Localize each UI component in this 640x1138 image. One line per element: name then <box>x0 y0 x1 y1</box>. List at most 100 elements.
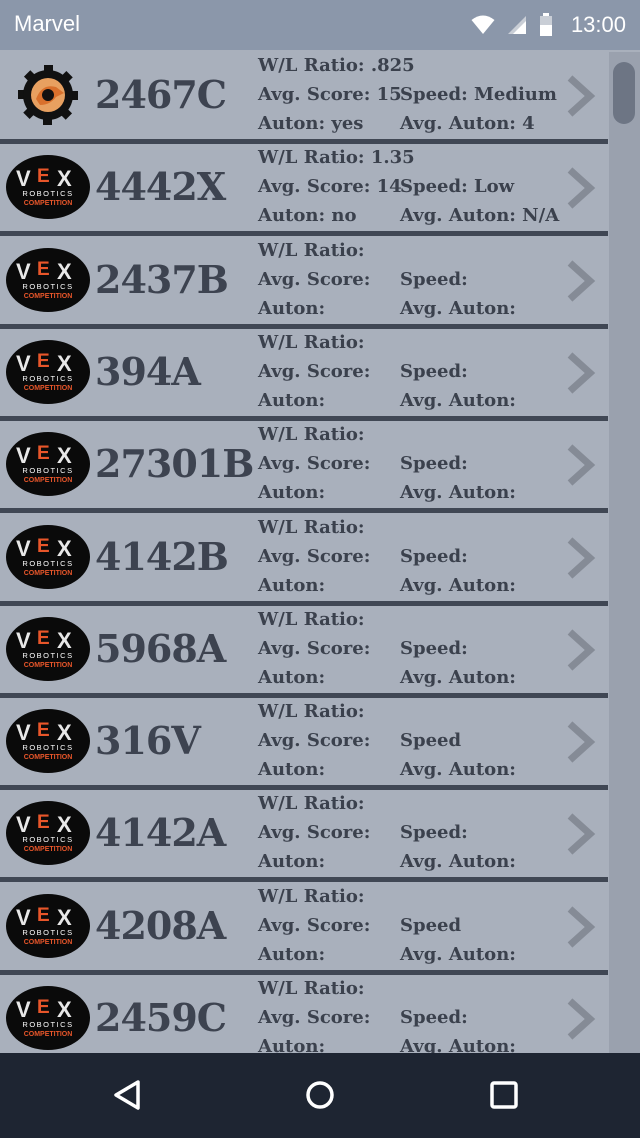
team-row[interactable]: V E X ROBOTICS COMPETITION 2459C W/L Rat… <box>0 975 608 1053</box>
vex-logo: V E X ROBOTICS COMPETITION <box>6 709 90 773</box>
avg-score: Avg. Score: 15 <box>258 84 402 105</box>
team-number: 2437B <box>95 257 229 302</box>
cell-signal-icon <box>507 16 526 34</box>
wl-ratio: W/L Ratio: 1.35 <box>258 147 415 168</box>
team-number: 4142A <box>95 810 226 855</box>
wl-ratio: W/L Ratio: .825 <box>258 55 415 76</box>
team-list[interactable]: 2467C W/L Ratio: .825 Avg. Score: 15 Aut… <box>0 50 640 1053</box>
status-icons: 13:00 <box>471 10 626 40</box>
chevron-right-icon[interactable] <box>562 997 598 1041</box>
vex-logo: V E X ROBOTICS COMPETITION <box>6 617 90 681</box>
avg-auton: Avg. Auton: 4 <box>400 113 535 134</box>
team-row[interactable]: V E X ROBOTICS COMPETITION 316V W/L Rati… <box>0 698 608 790</box>
avg-score: Avg. Score: <box>258 269 371 290</box>
vex-logo-competition: COMPETITION <box>24 662 73 669</box>
vex-logo-e: E <box>37 443 50 464</box>
vex-logo-e: E <box>37 628 50 649</box>
team-row[interactable]: 2467C W/L Ratio: .825 Avg. Score: 15 Aut… <box>0 52 608 144</box>
team-row[interactable]: V E X ROBOTICS COMPETITION 5968A W/L Rat… <box>0 606 608 698</box>
chevron-right-icon[interactable] <box>562 536 598 580</box>
chevron-right-icon[interactable] <box>562 443 598 487</box>
vex-logo-competition: COMPETITION <box>24 570 73 577</box>
auton: Auton: <box>258 482 326 503</box>
chevron-right-icon[interactable] <box>562 351 598 395</box>
vex-logo-robotics: ROBOTICS <box>22 928 73 937</box>
avg-auton: Avg. Auton: <box>400 575 516 596</box>
wl-ratio: W/L Ratio: <box>258 517 365 538</box>
speed: Speed: <box>400 269 468 290</box>
wl-ratio: W/L Ratio: <box>258 701 365 722</box>
vex-logo-e: E <box>37 166 50 187</box>
status-bar: Marvel 13:00 <box>0 0 640 50</box>
vex-logo-competition: COMPETITION <box>24 200 73 207</box>
vex-logo-v: V <box>16 259 31 284</box>
team-number: 27301B <box>95 441 254 486</box>
vex-logo: V E X ROBOTICS COMPETITION <box>6 155 90 219</box>
wl-ratio: W/L Ratio: <box>258 240 365 261</box>
vex-logo-robotics: ROBOTICS <box>22 559 73 568</box>
avg-auton: Avg. Auton: <box>400 298 516 319</box>
avg-auton: Avg. Auton: <box>400 759 516 780</box>
recents-icon[interactable] <box>482 1073 526 1117</box>
chevron-right-icon[interactable] <box>562 720 598 764</box>
chevron-right-icon[interactable] <box>562 812 598 856</box>
vex-logo: V E X ROBOTICS COMPETITION <box>6 801 90 865</box>
vex-logo-e: E <box>37 997 50 1018</box>
chevron-right-icon[interactable] <box>562 74 598 118</box>
vex-logo: V E X ROBOTICS COMPETITION <box>6 986 90 1050</box>
vex-logo: V E X ROBOTICS COMPETITION <box>6 894 90 958</box>
vex-logo-e: E <box>37 905 50 926</box>
team-number: 5968A <box>95 626 226 671</box>
avg-score: Avg. Score: <box>258 1007 371 1028</box>
auton: Auton: <box>258 759 326 780</box>
vex-logo-robotics: ROBOTICS <box>22 1020 73 1029</box>
back-icon[interactable] <box>106 1073 150 1117</box>
team-row[interactable]: V E X ROBOTICS COMPETITION 4142B W/L Rat… <box>0 514 608 606</box>
scrollbar-thumb[interactable] <box>613 62 635 124</box>
team-row[interactable]: V E X ROBOTICS COMPETITION 4442X W/L Rat… <box>0 144 608 236</box>
chevron-right-icon[interactable] <box>562 259 598 303</box>
vex-logo: V E X ROBOTICS COMPETITION <box>6 340 90 404</box>
vex-logo-x: X <box>57 536 72 561</box>
team-number: 394A <box>95 349 201 394</box>
vex-logo-v: V <box>16 536 31 561</box>
vex-logo-x: X <box>57 351 72 376</box>
vex-logo-competition: COMPETITION <box>24 293 73 300</box>
chevron-right-icon[interactable] <box>562 628 598 672</box>
wifi-icon <box>471 15 495 34</box>
auton: Auton: <box>258 390 326 411</box>
team-row[interactable]: V E X ROBOTICS COMPETITION 4142A W/L Rat… <box>0 790 608 882</box>
speed: Speed <box>400 915 462 936</box>
vex-logo-robotics: ROBOTICS <box>22 282 73 291</box>
team-row[interactable]: V E X ROBOTICS COMPETITION 394A W/L Rati… <box>0 329 608 421</box>
avg-score: Avg. Score: <box>258 822 371 843</box>
chevron-right-icon[interactable] <box>562 905 598 949</box>
auton: Auton: <box>258 575 326 596</box>
avg-score: Avg. Score: <box>258 546 371 567</box>
vex-logo-v: V <box>16 166 31 191</box>
team-number: 2467C <box>95 72 227 117</box>
speed: Speed: <box>400 822 468 843</box>
avg-auton: Avg. Auton: <box>400 390 516 411</box>
vex-logo-robotics: ROBOTICS <box>22 651 73 660</box>
vex-logo-v: V <box>16 443 31 468</box>
avg-score: Avg. Score: <box>258 453 371 474</box>
avg-auton: Avg. Auton: <box>400 482 516 503</box>
vex-logo-robotics: ROBOTICS <box>22 743 73 752</box>
vex-logo-robotics: ROBOTICS <box>22 835 73 844</box>
chevron-right-icon[interactable] <box>562 166 598 210</box>
avg-auton: Avg. Auton: N/A <box>400 205 560 226</box>
auton: Auton: yes <box>258 113 364 134</box>
speed: Speed: <box>400 638 468 659</box>
scrollbar-track[interactable] <box>609 52 640 1053</box>
team-row[interactable]: V E X ROBOTICS COMPETITION 27301B W/L Ra… <box>0 421 608 513</box>
avg-score: Avg. Score: <box>258 915 371 936</box>
vex-logo: V E X ROBOTICS COMPETITION <box>6 432 90 496</box>
wl-ratio: W/L Ratio: <box>258 886 365 907</box>
speed: Speed: Medium <box>400 84 557 105</box>
team-row[interactable]: V E X ROBOTICS COMPETITION 4208A W/L Rat… <box>0 883 608 975</box>
home-icon[interactable] <box>298 1073 342 1117</box>
battery-icon <box>539 13 552 36</box>
vex-logo-x: X <box>57 997 72 1022</box>
team-row[interactable]: V E X ROBOTICS COMPETITION 2437B W/L Rat… <box>0 237 608 329</box>
